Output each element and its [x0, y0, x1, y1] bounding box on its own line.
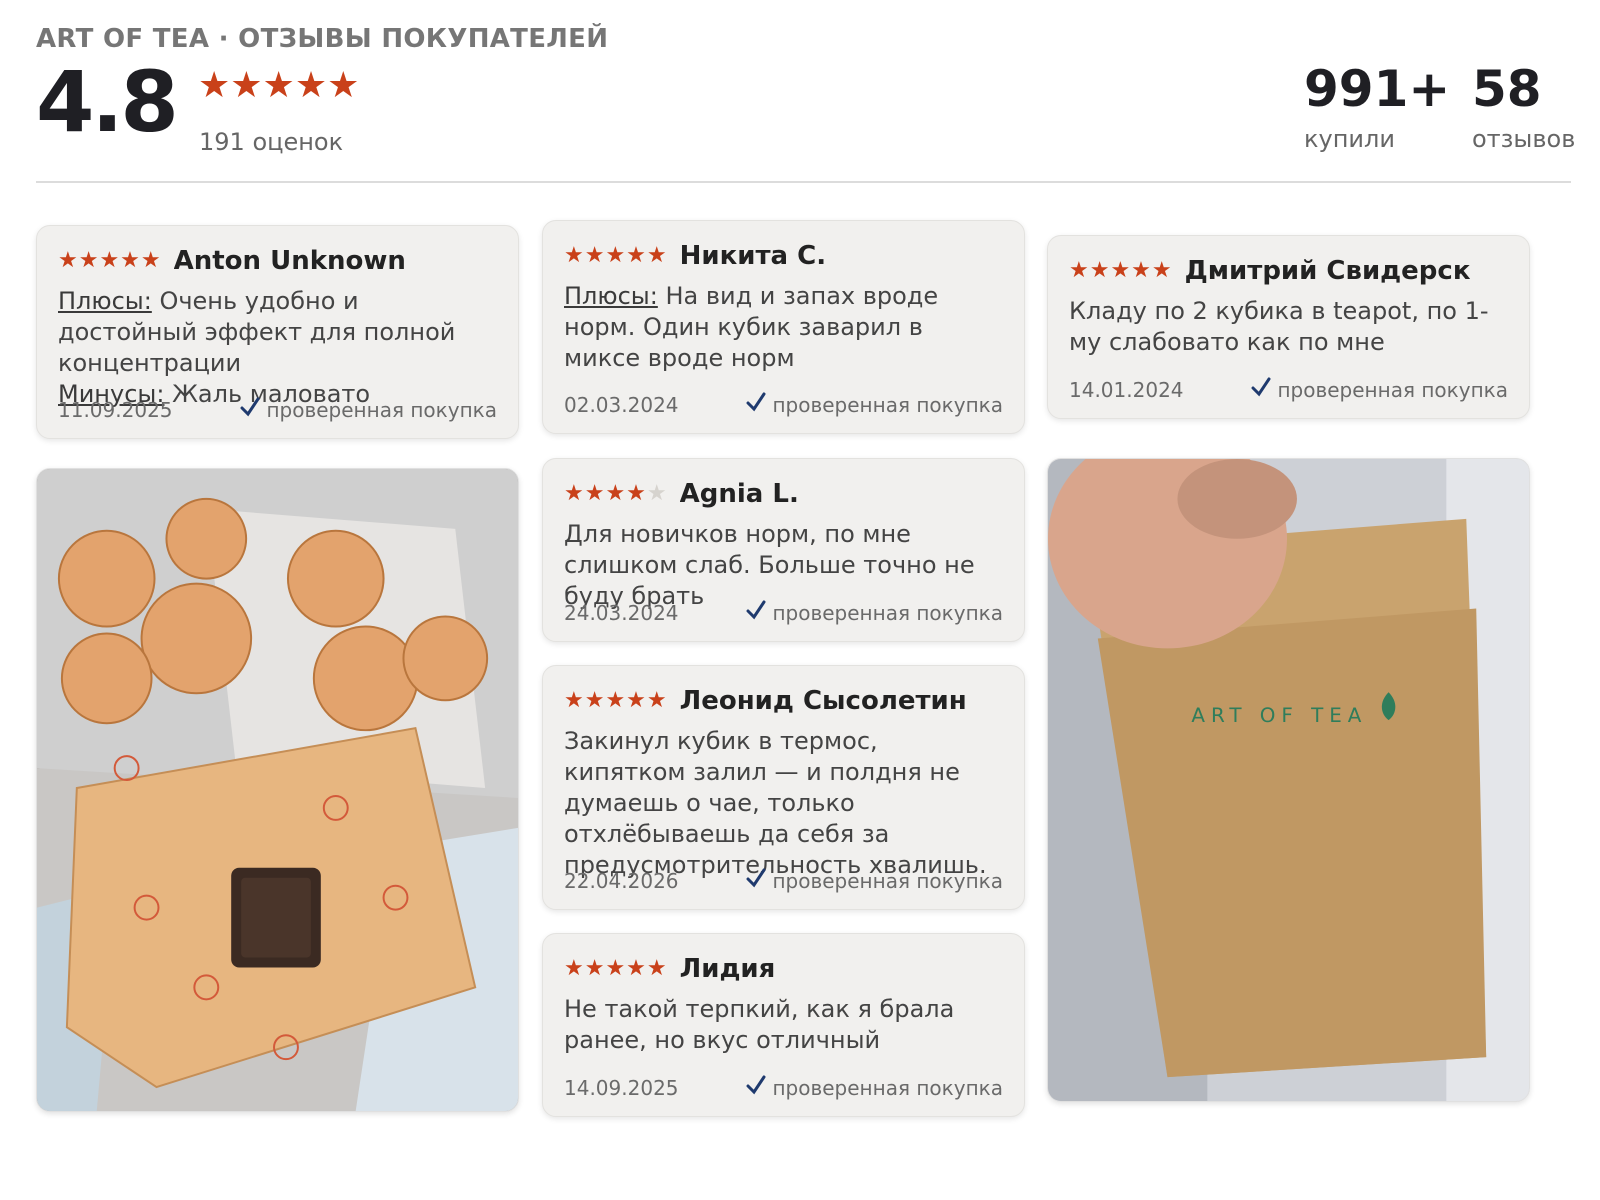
tea-cubes-image	[37, 469, 518, 1111]
review-date: 22.04.2026	[564, 869, 679, 893]
rating-stars: ★★★★★	[564, 243, 668, 268]
review-author: Лидия	[679, 954, 776, 984]
purchases-value: 991+	[1304, 60, 1451, 118]
verified-badge: проверенная покупка	[746, 1075, 1003, 1100]
rating-stars: ★★★★★	[564, 688, 668, 713]
reviews-header: ART OF TEA · ОТЗЫВЫ ПОКУПАТЕЛЕЙ 4.8 ★★★★…	[36, 0, 1575, 182]
checkmark-icon	[240, 397, 260, 417]
average-score: 4.8	[36, 53, 179, 151]
rating-stars: ★★★★★	[564, 483, 668, 505]
verified-label: проверенная покупка	[1277, 378, 1508, 402]
review-date: 11.09.2025	[58, 398, 173, 422]
rating-stars: ★★★★★	[564, 956, 668, 981]
review-text: Кладу по 2 кубика в teapot, по 1-му слаб…	[1069, 297, 1489, 356]
pros-label: Плюсы:	[58, 287, 152, 315]
review-card[interactable]: ★★★★★ Anton Unknown Плюсы: Очень удобно …	[36, 225, 519, 439]
rating-stars: ★★★★★	[1069, 258, 1173, 283]
purchases-label: купили	[1304, 125, 1395, 153]
review-photo-tea-bag[interactable]: ART OF TEA	[1047, 458, 1530, 1102]
review-author: Никита С.	[679, 241, 827, 271]
verified-badge: проверенная покупка	[240, 397, 497, 422]
page-title: ART OF TEA · ОТЗЫВЫ ПОКУПАТЕЛЕЙ	[36, 24, 609, 54]
review-text: Закинул кубик в термос, кипятком залил —…	[564, 727, 987, 879]
review-card[interactable]: ★★★★★ Никита С. Плюсы: На вид и запах вр…	[542, 220, 1025, 434]
checkmark-icon	[746, 392, 766, 412]
verified-label: проверенная покупка	[772, 869, 1003, 893]
review-date: 02.03.2024	[564, 393, 679, 417]
verified-label: проверенная покупка	[772, 601, 1003, 625]
review-card[interactable]: ★★★★★ Лидия Не такой терпкий, как я брал…	[542, 933, 1025, 1117]
review-photo-tea-cubes[interactable]	[36, 468, 519, 1112]
verified-label: проверенная покупка	[772, 393, 1003, 417]
review-author: Леонид Сысолетин	[679, 686, 967, 716]
review-card[interactable]: ★★★★★ Леонид Сысолетин Закинул кубик в т…	[542, 665, 1025, 910]
review-date: 24.03.2024	[564, 601, 679, 625]
rating-stars: ★★★★★	[58, 248, 162, 273]
review-date: 14.09.2025	[564, 1076, 679, 1100]
stars-empty: ★	[646, 481, 668, 506]
review-text: Плюсы: На вид и запах вроде норм. Один к…	[564, 281, 1003, 374]
review-text: Плюсы: Очень удобно и достойный эффект д…	[58, 286, 497, 410]
review-text: Не такой терпкий, как я брала ранее, но …	[564, 995, 955, 1054]
verified-label: проверенная покупка	[266, 398, 497, 422]
checkmark-icon	[1251, 377, 1271, 397]
stars-filled: ★★★★	[564, 481, 647, 506]
pros-label: Плюсы:	[564, 282, 658, 310]
verified-badge: проверенная покупка	[746, 868, 1003, 893]
ratings-count: 191 оценок	[199, 128, 344, 156]
review-author: Anton Unknown	[173, 246, 406, 276]
review-author: Дмитрий Свидерск	[1184, 256, 1471, 286]
checkmark-icon	[746, 1075, 766, 1095]
review-author: Agnia L.	[679, 479, 799, 509]
average-stars: ★★★★★	[198, 65, 360, 106]
purchases-stat: 991+ купили	[1304, 60, 1451, 154]
bag-logo-text: ART OF TEA	[1191, 704, 1367, 727]
reviews-label: отзывов	[1472, 125, 1576, 153]
tea-bag-image: ART OF TEA	[1048, 459, 1529, 1101]
verified-badge: проверенная покупка	[746, 392, 1003, 417]
review-text: Для новичков норм, по мне слишком слаб. …	[564, 520, 975, 610]
verified-badge: проверенная покупка	[746, 600, 1003, 625]
reviews-value: 58	[1472, 60, 1542, 118]
review-card[interactable]: ★★★★★ Дмитрий Свидерск Кладу по 2 кубика…	[1047, 235, 1530, 419]
review-date: 14.01.2024	[1069, 378, 1184, 402]
header-divider	[36, 181, 1571, 183]
verified-badge: проверенная покупка	[1251, 377, 1508, 402]
verified-label: проверенная покупка	[772, 1076, 1003, 1100]
review-card[interactable]: ★★★★★ Agnia L. Для новичков норм, по мне…	[542, 458, 1025, 642]
checkmark-icon	[746, 868, 766, 888]
reviews-stat[interactable]: 58 отзывов	[1472, 60, 1576, 154]
checkmark-icon	[746, 600, 766, 620]
